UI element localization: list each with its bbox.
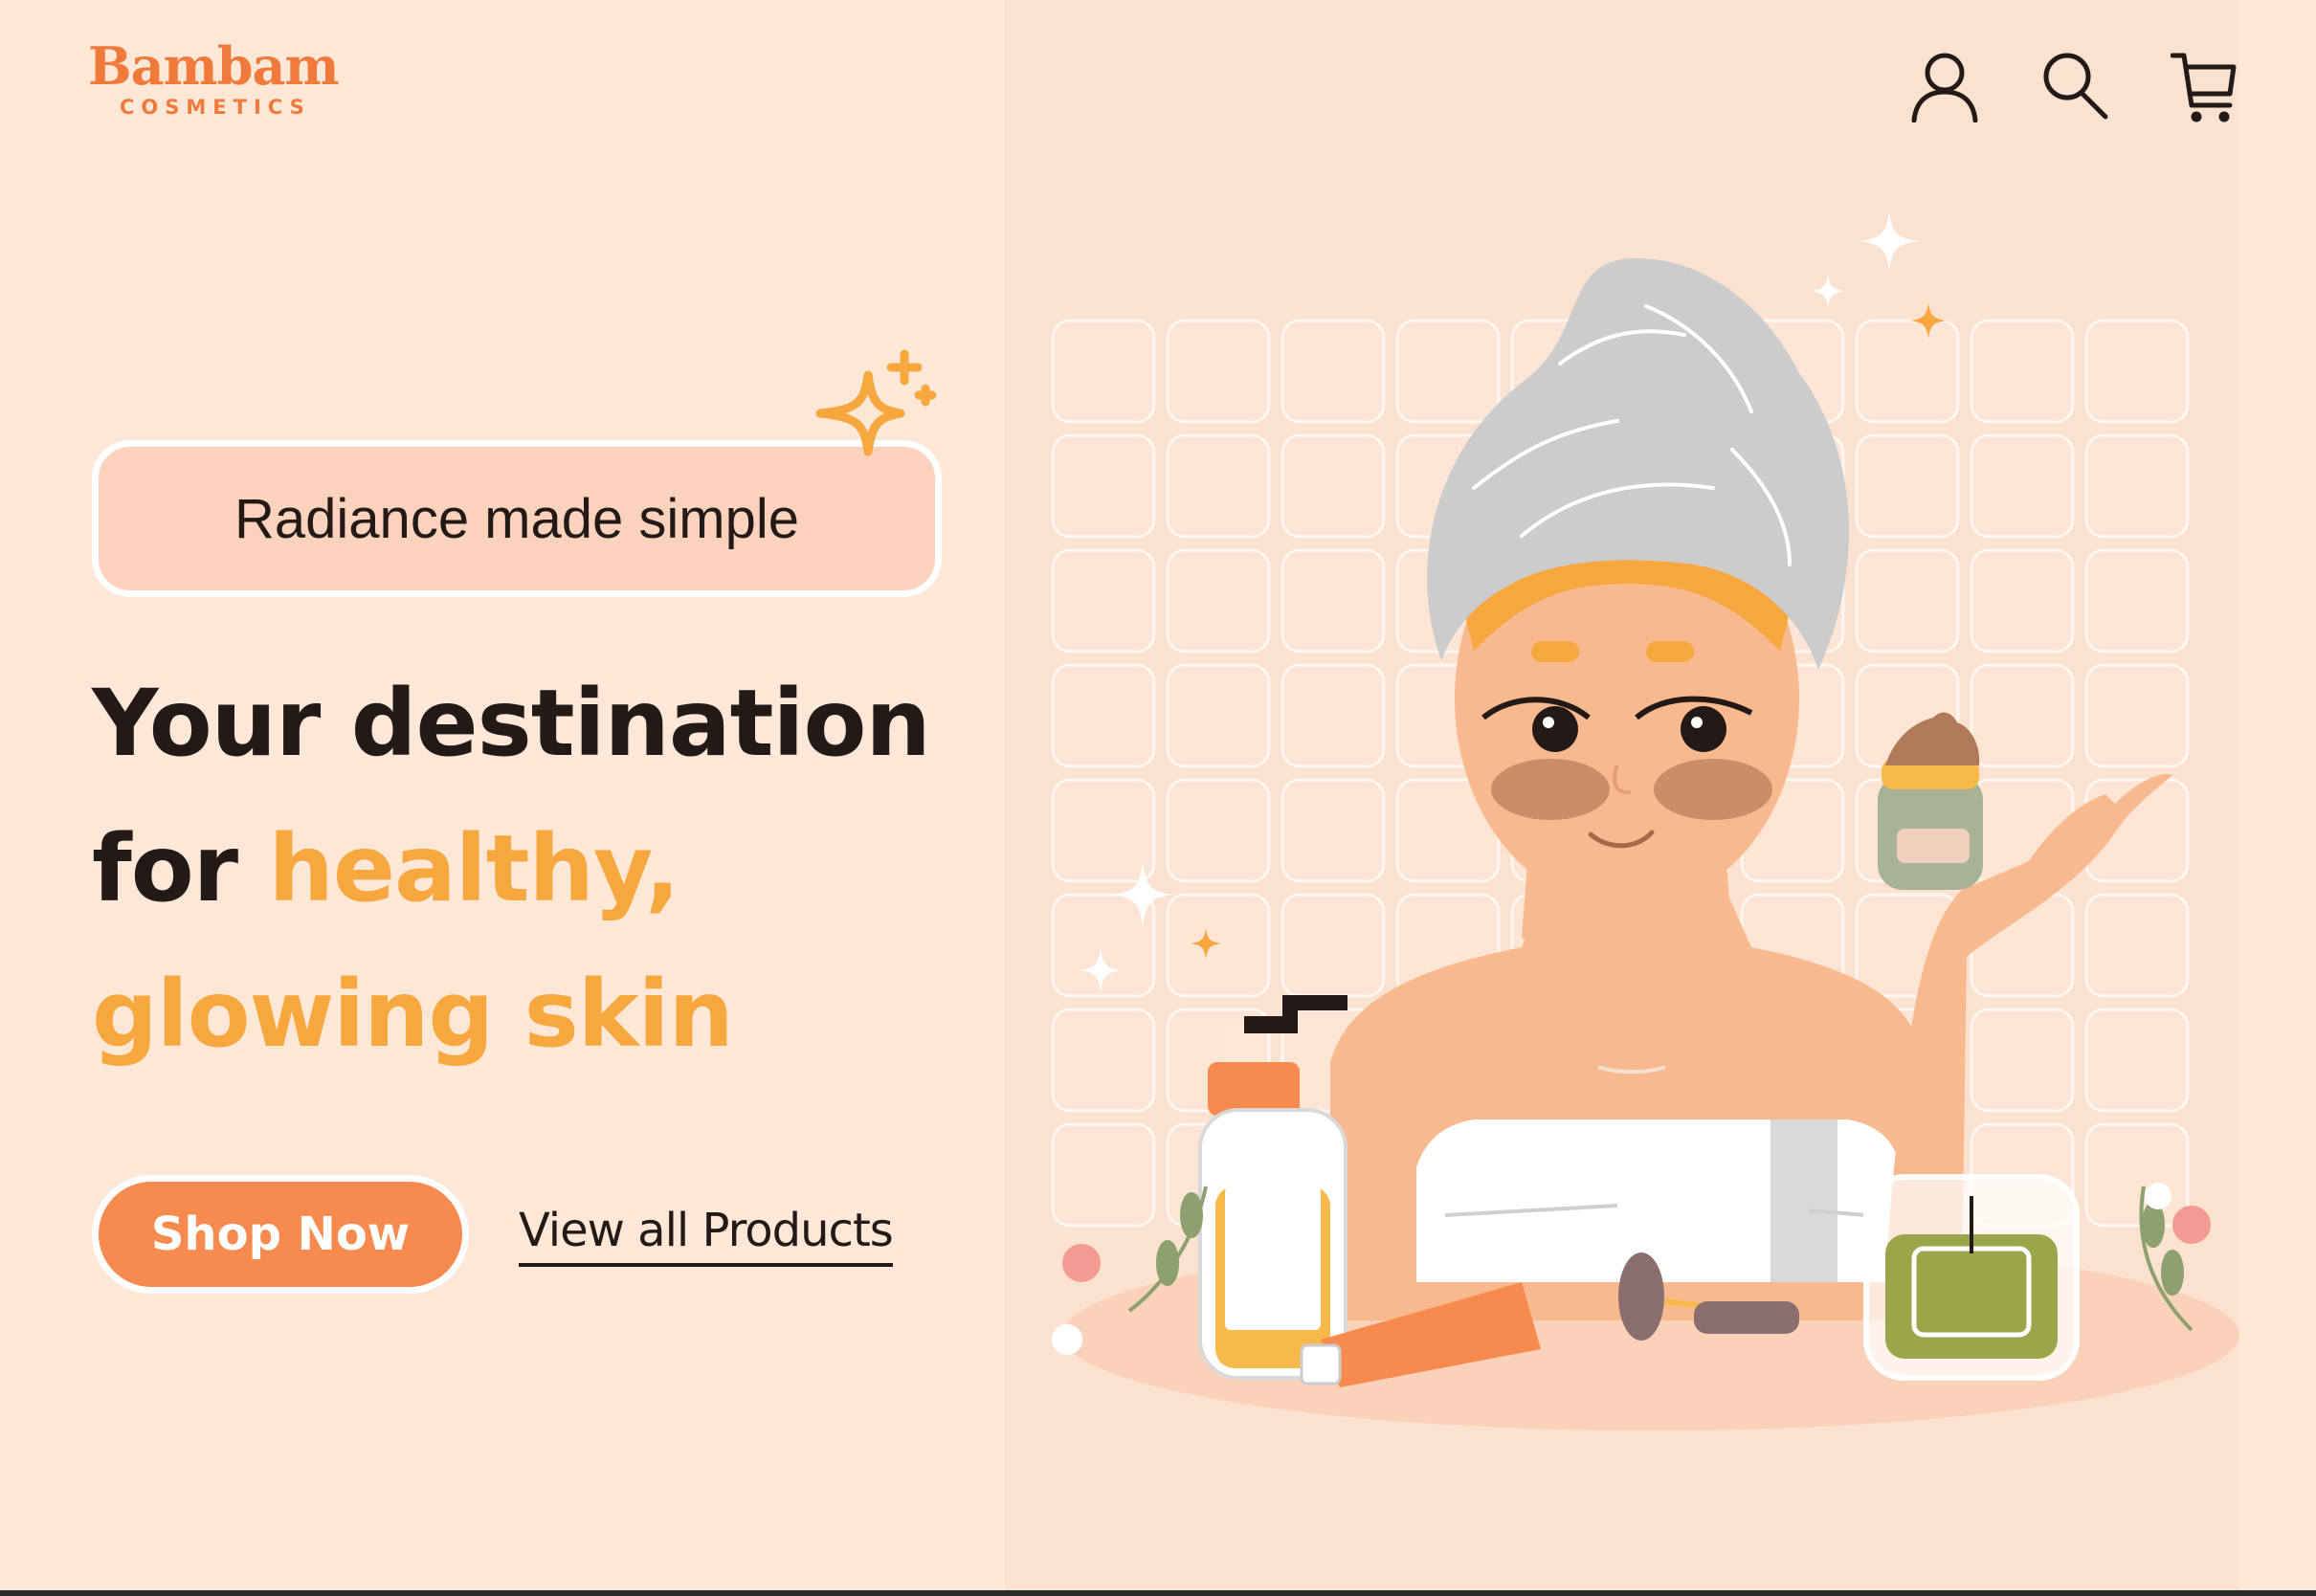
shop-now-button[interactable]: Shop Now [92, 1175, 469, 1294]
headline-line2: for healthy, [92, 796, 953, 942]
bottom-border [0, 1590, 2316, 1596]
brand-subtitle: COSMETICS [120, 96, 311, 119]
search-icon[interactable] [2040, 50, 2109, 122]
headline-accent-healthy: healthy, [268, 815, 679, 922]
hero-illustration [1051, 211, 2239, 1430]
cart-icon[interactable] [2171, 50, 2239, 122]
hero-headline: Your destination for healthy, glowing sk… [92, 651, 953, 1087]
brand-logo[interactable]: Bambam COSMETICS [88, 35, 340, 119]
user-icon[interactable] [1910, 50, 1979, 122]
headline-accent-glowing: glowing skin [92, 961, 734, 1068]
view-all-products-link[interactable]: View all Products [519, 1204, 894, 1267]
brand-name: Bambam [88, 35, 340, 97]
header-actions [1910, 50, 2239, 122]
sparkle-icon [815, 349, 937, 456]
candle-jar-illustration [1863, 1174, 2080, 1381]
headline-prefix: for [92, 815, 269, 922]
headline-line1: Your destination [92, 670, 931, 777]
